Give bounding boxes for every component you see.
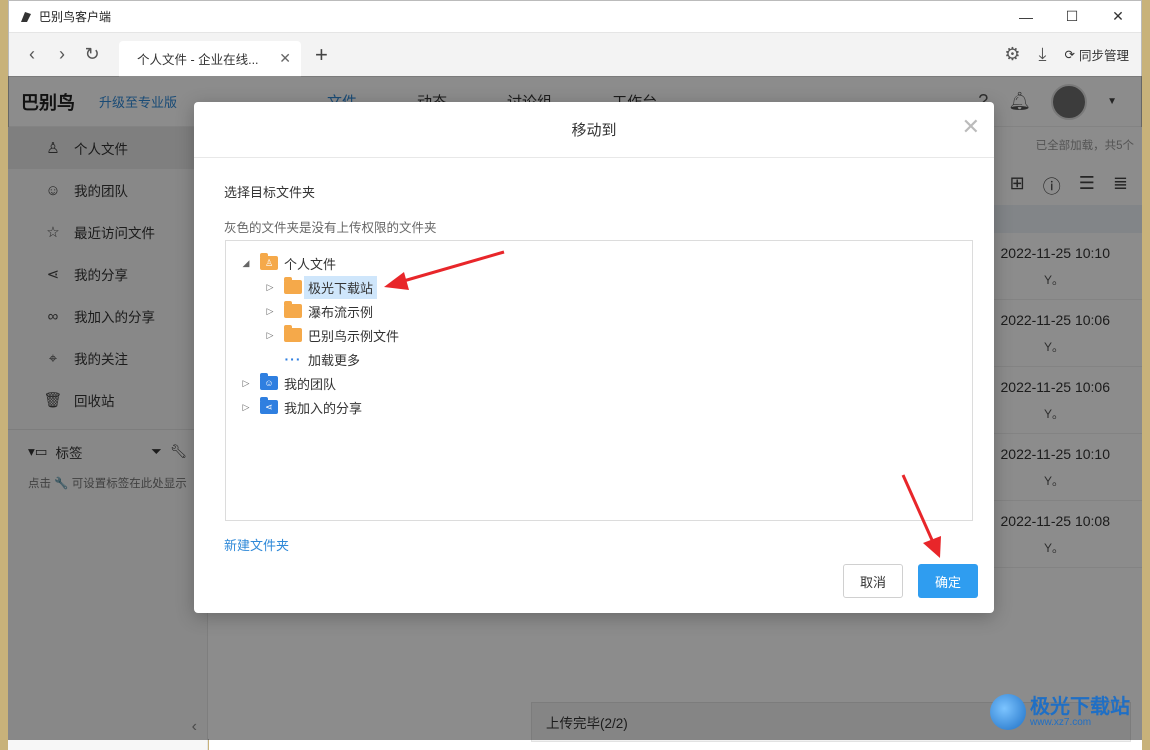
tree-node-label: 个人文件 xyxy=(284,256,337,272)
dialog-header: 移动到 ✕ xyxy=(194,102,994,158)
caret-right-icon[interactable]: ▷ xyxy=(240,402,252,413)
tree-node-jiguang[interactable]: ▷ 极光下载站 xyxy=(264,275,378,299)
title-bar: 巴别鸟客户端 — ☐ ✕ xyxy=(9,1,1141,33)
personal-folder-icon: ♙ xyxy=(260,253,278,270)
app-logo-icon xyxy=(21,11,31,22)
watermark: 极光下载站 www.xz7.com xyxy=(990,694,1130,730)
watermark-text: 极光下载站 xyxy=(1030,695,1130,718)
dialog-title: 移动到 xyxy=(571,122,617,139)
new-tab-button[interactable]: + xyxy=(315,42,328,68)
move-to-dialog: 移动到 ✕ 选择目标文件夹 灰色的文件夹是没有上传权限的文件夹 ◢ ♙ 个人文件… xyxy=(194,102,994,613)
settings-gear-icon[interactable]: ⚙ xyxy=(1004,44,1020,65)
tree-node-label: 巴别鸟示例文件 xyxy=(308,328,400,344)
sync-icon: ⟳ xyxy=(1064,48,1075,62)
watermark-url: www.xz7.com xyxy=(1030,716,1092,728)
caret-right-icon[interactable]: ▷ xyxy=(264,282,276,293)
new-folder-link[interactable]: 新建文件夹 xyxy=(224,535,289,554)
sync-label: 同步管理 xyxy=(1078,49,1129,63)
maximize-button[interactable]: ☐ xyxy=(1049,1,1095,33)
cancel-button[interactable]: 取消 xyxy=(843,564,903,598)
permission-hint: 灰色的文件夹是没有上传权限的文件夹 xyxy=(224,221,437,235)
tree-node-label: 我的团队 xyxy=(284,376,337,392)
tree-node-label: 极光下载站 xyxy=(304,275,378,299)
close-icon[interactable]: ✕ xyxy=(962,116,980,138)
select-folder-label: 选择目标文件夹 xyxy=(224,185,316,200)
minimize-button[interactable]: — xyxy=(1003,1,1049,33)
tree-node-label: 我加入的分享 xyxy=(284,400,363,416)
window-title: 巴别鸟客户端 xyxy=(39,10,112,24)
folder-icon xyxy=(284,301,302,318)
folder-icon xyxy=(284,325,302,342)
tree-load-more[interactable]: ··· 加载更多 xyxy=(276,347,361,371)
team-folder-icon: ☺ xyxy=(260,373,278,390)
folder-tree: ◢ ♙ 个人文件 ▷ 极光下载站 ▷ 瀑布流示例 ▷ 巴别鸟示例文件 ··· 加… xyxy=(225,240,973,521)
tab-close-icon[interactable]: ✕ xyxy=(279,50,291,67)
tree-node-label: 瀑布流示例 xyxy=(308,304,374,320)
caret-right-icon[interactable]: ▷ xyxy=(264,306,276,317)
caret-right-icon[interactable]: ▷ xyxy=(240,378,252,389)
caret-right-icon[interactable]: ▷ xyxy=(264,330,276,341)
refresh-icon[interactable]: ↻ xyxy=(77,40,107,70)
tree-node-example[interactable]: ▷ 巴别鸟示例文件 xyxy=(264,323,399,347)
share-folder-icon: ⋖ xyxy=(260,397,278,414)
load-more-label: 加载更多 xyxy=(308,352,361,368)
download-icon[interactable]: ⤓ xyxy=(1039,44,1047,65)
back-icon[interactable]: ‹ xyxy=(17,40,47,70)
caret-down-icon[interactable]: ◢ xyxy=(240,258,252,269)
tree-node-joined-share[interactable]: ▷ ⋖ 我加入的分享 xyxy=(240,395,362,419)
sync-manage-button[interactable]: ⟳ 同步管理 xyxy=(1065,45,1130,64)
browser-tab-bar: ‹ › ↻ 个人文件 - 企业在线... ✕ + ⚙ ⤓ ⟳ 同步管理 xyxy=(9,33,1141,77)
close-button[interactable]: ✕ xyxy=(1095,1,1141,33)
watermark-logo-icon xyxy=(990,694,1026,730)
folder-icon xyxy=(284,277,302,294)
tab-label: 个人文件 - 企业在线... xyxy=(137,53,259,67)
more-dots-icon: ··· xyxy=(284,351,302,367)
confirm-button[interactable]: 确定 xyxy=(918,564,978,598)
tree-node-waterfall[interactable]: ▷ 瀑布流示例 xyxy=(264,299,373,323)
tree-node-team[interactable]: ▷ ☺ 我的团队 xyxy=(240,371,336,395)
forward-icon[interactable]: › xyxy=(47,40,77,70)
tree-node-personal[interactable]: ◢ ♙ 个人文件 xyxy=(240,251,336,275)
tab-personal-files[interactable]: 个人文件 - 企业在线... ✕ xyxy=(119,40,301,77)
